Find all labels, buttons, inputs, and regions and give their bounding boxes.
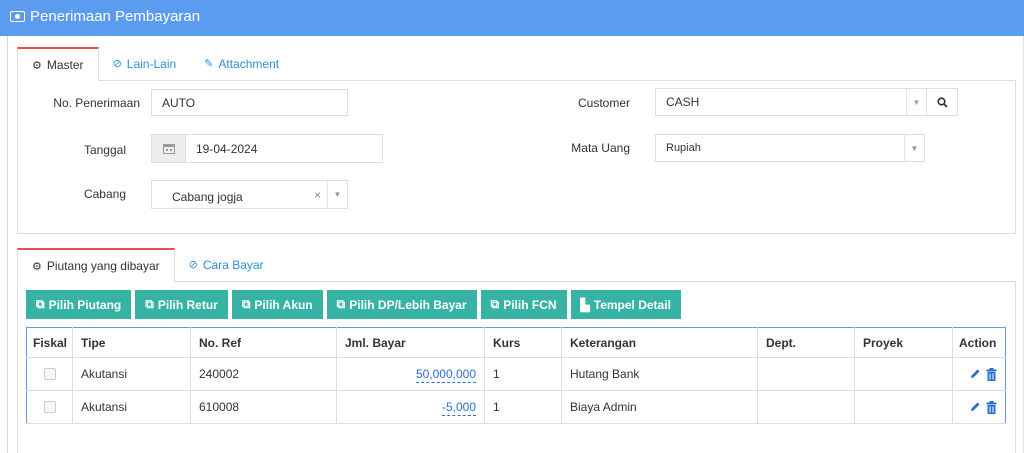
- col-fiskal: Fiskal: [26, 327, 73, 358]
- no-penerimaan-input[interactable]: AUTO: [151, 89, 348, 116]
- table-row: Akutansi 610008 -5,000 1 Biaya Admin: [26, 390, 1006, 424]
- chevron-down-icon[interactable]: ▼: [904, 135, 924, 161]
- tab-lain-lain-label: Lain-Lain: [126, 56, 177, 71]
- detail-toolbar: ⧉ Pilih Piutang ⧉ Pilih Retur ⧉ Pilih Akun …: [26, 290, 681, 319]
- page-header: Penerimaan Pembayaran: [0, 0, 1024, 36]
- cash-icon: [10, 11, 25, 22]
- mata-uang-label: Mata Uang: [571, 141, 630, 155]
- tab-lain-lain[interactable]: ⊘ Lain-Lain: [99, 46, 191, 81]
- piutang-table: Fiskal Tipe No. Ref Jml. Bayar Kurs Kete…: [26, 327, 1006, 424]
- tab-cara-bayar[interactable]: ⊘ Cara Bayar: [175, 247, 278, 282]
- paste-icon: ▙: [580, 297, 590, 312]
- search-icon: [936, 96, 948, 108]
- check-circle-icon: ⊘: [112, 58, 122, 70]
- tanggal-input[interactable]: 19-04-2024: [151, 134, 383, 163]
- cogs-icon: ⚙: [32, 59, 42, 72]
- fiskal-checkbox[interactable]: [43, 401, 56, 413]
- cell-dept: [757, 390, 855, 424]
- cell-no-ref: 610008: [190, 390, 337, 424]
- pencil-icon[interactable]: [969, 368, 981, 380]
- customer-label: Customer: [577, 96, 630, 110]
- pilih-retur-button[interactable]: ⧉ Pilih Retur: [135, 290, 228, 319]
- table-header-row: Fiskal Tipe No. Ref Jml. Bayar Kurs Kete…: [26, 327, 1006, 358]
- copy-icon: ⧉: [336, 297, 346, 311]
- left-border: [7, 36, 8, 453]
- copy-icon: ⧉: [241, 297, 251, 311]
- cell-jml-bayar[interactable]: -5,000: [336, 390, 485, 424]
- tab-piutang-yang-dibayar[interactable]: ⚙ Piutang yang dibayar: [17, 248, 175, 283]
- cell-jml-bayar[interactable]: 50,000,000: [336, 357, 485, 391]
- cabang-label: Cabang: [83, 187, 126, 201]
- tanggal-label: Tanggal: [83, 143, 126, 157]
- col-jml-bayar: Jml. Bayar: [336, 327, 485, 358]
- col-no-ref: No. Ref: [190, 327, 337, 358]
- tab-master-label: Master: [46, 58, 84, 72]
- pilih-piutang-button[interactable]: ⧉ Pilih Piutang: [26, 290, 132, 319]
- calendar-icon[interactable]: [152, 135, 186, 162]
- col-keterangan: Keterangan: [561, 327, 758, 358]
- pencil-icon[interactable]: [969, 401, 981, 413]
- cell-kurs: 1: [484, 390, 562, 424]
- table-row: Akutansi 240002 50,000,000 1 Hutang Bank: [26, 357, 1006, 391]
- tab-piutang-label: Piutang yang dibayar: [46, 259, 160, 273]
- customer-select[interactable]: CASH ▼: [655, 88, 927, 116]
- cell-proyek: [854, 390, 953, 424]
- chevron-down-icon[interactable]: ▼: [327, 181, 347, 208]
- col-dept: Dept.: [757, 327, 855, 358]
- pilih-akun-button[interactable]: ⧉ Pilih Akun: [231, 290, 323, 319]
- no-penerimaan-label: No. Penerimaan: [53, 96, 140, 110]
- col-kurs: Kurs: [484, 327, 562, 358]
- paperclip-icon: ✎: [204, 58, 214, 70]
- cabang-select[interactable]: Cabang jogja × ▼: [151, 180, 348, 209]
- cell-no-ref: 240002: [190, 357, 337, 391]
- detail-tabs: ⚙ Piutang yang dibayar ⊘ Cara Bayar: [17, 247, 278, 283]
- col-action: Action: [952, 327, 1006, 358]
- pilih-fcn-button[interactable]: ⧉ Pilih FCN: [480, 290, 567, 319]
- pilih-dp-lebih-bayar-button[interactable]: ⧉ Pilih DP/Lebih Bayar: [326, 290, 477, 319]
- tempel-detail-button[interactable]: ▙ Tempel Detail: [570, 290, 681, 319]
- master-tabs: ⚙ Master ⊘ Lain-Lain ✎ Attachment: [17, 46, 293, 82]
- cell-tipe: Akutansi: [72, 390, 191, 424]
- clear-icon[interactable]: ×: [308, 188, 327, 202]
- cell-dept: [757, 357, 855, 391]
- mata-uang-select[interactable]: Rupiah ▼: [655, 134, 925, 162]
- trash-icon[interactable]: [986, 400, 997, 414]
- cell-tipe: Akutansi: [72, 357, 191, 391]
- page-title: Penerimaan Pembayaran: [10, 8, 200, 25]
- copy-icon: ⧉: [36, 297, 45, 311]
- tab-cara-bayar-label: Cara Bayar: [202, 257, 264, 272]
- tab-attachment-label: Attachment: [218, 56, 280, 71]
- col-tipe: Tipe: [72, 327, 191, 358]
- customer-search-button[interactable]: [926, 88, 958, 116]
- fiskal-checkbox[interactable]: [43, 368, 56, 380]
- cell-kurs: 1: [484, 357, 562, 391]
- copy-icon: ⧉: [145, 297, 154, 311]
- page-title-text: Penerimaan Pembayaran: [30, 8, 201, 25]
- copy-icon: ⧉: [490, 297, 500, 311]
- chevron-down-icon[interactable]: ▼: [906, 89, 926, 115]
- tab-master[interactable]: ⚙ Master: [17, 47, 99, 82]
- col-proyek: Proyek: [854, 327, 953, 358]
- cell-keterangan: Biaya Admin: [561, 390, 758, 424]
- tab-attachment[interactable]: ✎ Attachment: [190, 46, 293, 81]
- cell-proyek: [854, 357, 953, 391]
- check-circle-icon: ⊘: [188, 259, 198, 271]
- cell-keterangan: Hutang Bank: [561, 357, 758, 391]
- trash-icon[interactable]: [986, 367, 997, 381]
- cogs-icon: ⚙: [32, 260, 42, 273]
